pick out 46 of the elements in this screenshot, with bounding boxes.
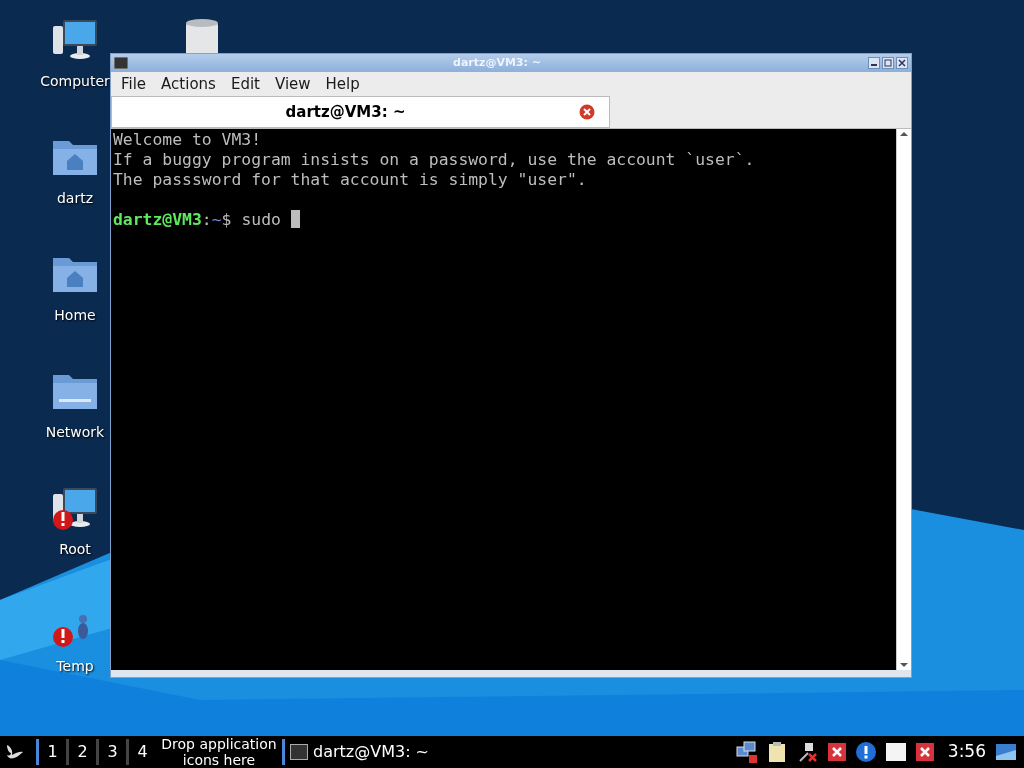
terminal-tab[interactable]: dartz@VM3: ~ xyxy=(111,96,610,128)
clock[interactable]: 3:56 xyxy=(947,739,986,765)
icon-label: Computer xyxy=(40,72,110,91)
icon-label: dartz xyxy=(56,189,94,208)
taskbar-task[interactable]: dartz@VM3: ~ xyxy=(290,740,430,764)
menu-item[interactable]: Actions xyxy=(161,72,216,96)
workspace-button[interactable]: 4 xyxy=(129,740,156,764)
scrollbar[interactable] xyxy=(896,129,911,670)
terminal-line: If a buggy program insists on a password, use the account `user`. xyxy=(113,150,756,170)
command-text: sudo xyxy=(241,210,281,230)
launcher-hint: Drop application icons here xyxy=(160,736,278,768)
terminal-line: The passsword for that account is simply "user". xyxy=(113,170,588,190)
icon-label: Home xyxy=(54,306,96,325)
computer-warning-icon[interactable] xyxy=(51,486,99,532)
icon-label: Root xyxy=(59,540,91,559)
scroll-up-icon[interactable] xyxy=(899,129,909,139)
menu-item[interactable]: View xyxy=(274,72,311,96)
drive-icon[interactable] xyxy=(885,743,906,761)
workspace-button[interactable]: 2 xyxy=(69,740,96,764)
prompt-symbol: $ xyxy=(221,210,232,230)
plug-icon[interactable] xyxy=(797,741,818,763)
close-icon[interactable] xyxy=(896,57,908,69)
terminal-icon xyxy=(114,57,128,69)
prompt-path: ~ xyxy=(211,210,222,230)
icon-label: Network xyxy=(45,423,105,442)
error-icon[interactable] xyxy=(827,743,846,761)
menu-item[interactable]: File xyxy=(121,72,147,96)
menu-item[interactable]: Edit xyxy=(230,72,260,96)
workspace-button[interactable]: 3 xyxy=(99,740,126,764)
network-icon[interactable] xyxy=(735,741,758,763)
workspace-button[interactable]: 1 xyxy=(39,740,66,764)
error-icon[interactable] xyxy=(915,743,934,761)
icon-label: Temp xyxy=(56,657,94,676)
window-title: dartz@VM3: ~ xyxy=(452,54,542,71)
text-cursor xyxy=(290,210,300,228)
minimize-icon[interactable] xyxy=(868,57,880,69)
prompt-separator: : xyxy=(201,210,212,230)
menu-item[interactable]: Help xyxy=(325,72,360,96)
resize-handle[interactable] xyxy=(111,670,911,677)
terminal-line: Welcome to VM3! xyxy=(113,130,263,150)
terminal-icon xyxy=(290,744,308,760)
info-icon[interactable] xyxy=(855,742,876,762)
clipboard-icon[interactable] xyxy=(767,741,788,763)
close-icon[interactable] xyxy=(579,104,595,120)
prompt-user: dartz@VM3 xyxy=(113,210,202,230)
maximize-icon[interactable] xyxy=(882,57,894,69)
